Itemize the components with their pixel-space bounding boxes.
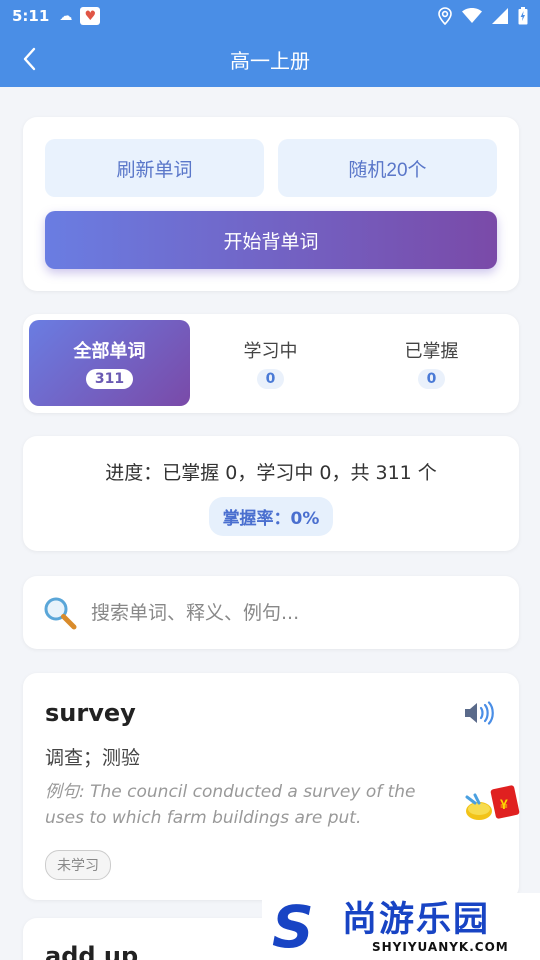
word-text: add up [45, 942, 139, 960]
app-bar: 高一上册 [0, 32, 540, 87]
tab-mastered[interactable]: 已掌握 0 [351, 320, 512, 406]
study-status-tag: 未学习 [45, 850, 111, 880]
cloud-icon: ☁ [59, 8, 73, 24]
watermark-logo-mark: S [272, 892, 314, 960]
location-icon [438, 7, 452, 25]
word-meaning: 调查；测验 [45, 747, 141, 769]
back-arrow-icon [23, 47, 36, 71]
example-prefix: 例句 [45, 782, 79, 802]
filter-tabs: 全部单词 311 学习中 0 已掌握 0 [23, 314, 519, 413]
speaker-icon [465, 701, 494, 725]
tab-label: 已掌握 [404, 341, 459, 362]
progress-card: 进度：已掌握 0，学习中 0，共 311 个 掌握率：0% [23, 436, 519, 551]
app-notification-icon: ♥ [80, 7, 101, 25]
tab-count-badge: 0 [417, 369, 446, 389]
wifi-icon [462, 8, 482, 23]
tab-count-badge: 311 [85, 369, 134, 389]
red-envelope-float-button[interactable]: ¥ [463, 783, 523, 827]
actions-card: 刷新单词 随机20个 开始背单词 [23, 117, 519, 291]
tab-label: 学习中 [243, 341, 298, 362]
tab-label: 全部单词 [73, 341, 146, 362]
refresh-words-button[interactable]: 刷新单词 [45, 139, 264, 197]
word-card[interactable]: survey 调查；测验 例句: The council conducted a… [23, 673, 519, 900]
word-example: 例句: The council conducted a survey of th… [45, 779, 455, 831]
red-envelope-icon: ¥ [465, 785, 520, 820]
search-input[interactable] [91, 601, 491, 624]
tab-count-badge: 0 [256, 369, 285, 389]
page-title: 高一上册 [230, 49, 310, 73]
watermark-en-text: SHYIYUANYK.COM [372, 939, 509, 954]
word-text: survey [45, 699, 136, 727]
signal-icon [492, 8, 508, 24]
pronounce-button[interactable] [463, 701, 495, 729]
back-button[interactable] [14, 44, 44, 74]
status-time: 5:11 [12, 7, 50, 25]
random-20-button[interactable]: 随机20个 [278, 139, 497, 197]
tab-all-words[interactable]: 全部单词 311 [29, 320, 190, 406]
search-bar [23, 576, 519, 649]
example-sentence: : The council conducted a survey of the … [45, 782, 416, 828]
site-watermark: S 尚游乐园 SHYIYUANYK.COM [262, 893, 540, 960]
mastery-rate-badge: 掌握率：0% [208, 497, 334, 536]
watermark-cn-text: 尚游乐园 [342, 899, 491, 940]
progress-summary: 进度：已掌握 0，学习中 0，共 311 个 [105, 462, 437, 484]
battery-icon [518, 7, 528, 25]
tab-learning[interactable]: 学习中 0 [190, 320, 351, 406]
search-icon [44, 597, 77, 629]
start-memorize-button[interactable]: 开始背单词 [45, 211, 497, 269]
svg-text:¥: ¥ [500, 796, 508, 812]
status-bar: 5:11 ☁ ♥ [0, 0, 540, 32]
